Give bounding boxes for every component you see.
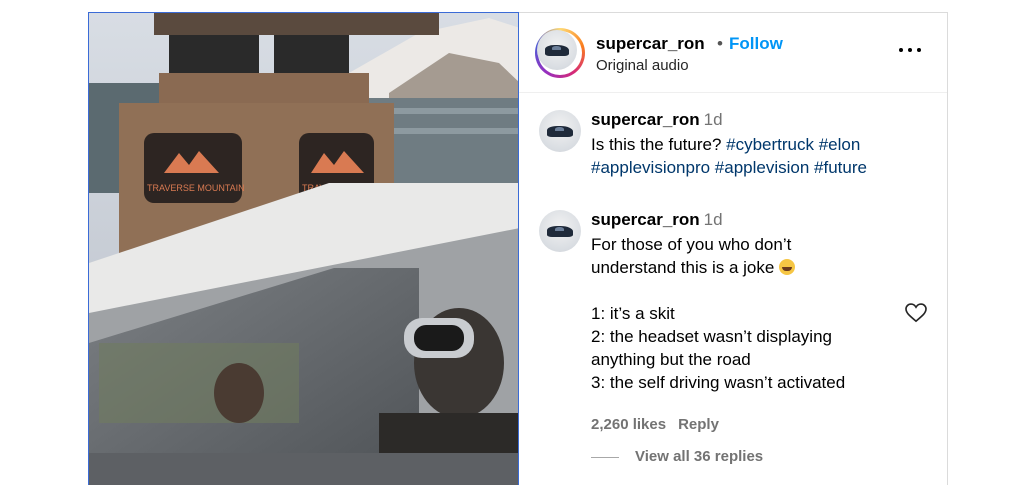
post-media[interactable]: TRAVERSE MOUNTAIN TRAVERSE MOUN [88,12,519,485]
caption-text: Is this the future? #cybertruck #elon [591,133,860,156]
instagram-post-view: TRAVERSE MOUNTAIN TRAVERSE MOUN supercar… [0,0,1024,485]
car-image-icon [545,45,569,56]
comment-line-6: anything but the road [591,350,751,369]
comment-line-7: 3: the self driving wasn’t activated [591,373,846,392]
video-frame: TRAVERSE MOUNTAIN TRAVERSE MOUN [89,13,518,485]
avatar[interactable] [539,110,581,152]
audio-link[interactable]: Original audio [596,57,689,74]
comment-username[interactable]: supercar_ron [591,210,700,229]
separator-dot: • [717,34,723,53]
post-side-panel: supercar_ron • Follow Original audio sup… [519,12,948,485]
comment-line-5: 2: the headset wasn’t displaying [591,327,832,346]
divider-line [591,457,619,458]
comment-line-2: understand this is a joke [591,256,796,279]
car-image-icon [547,225,573,237]
comment-line-4: 1: it’s a skit [591,304,675,323]
caption-username[interactable]: supercar_ron [591,110,700,129]
caption-text-plain: Is this the future? [591,135,727,154]
comment-meta: 2,260 likes Reply [591,416,719,433]
post-author-username[interactable]: supercar_ron [596,34,705,54]
view-replies-text[interactable]: View all 36 replies [635,448,763,465]
car-image-icon [547,125,573,137]
comment-likes[interactable]: 2,260 likes [591,416,666,433]
caption-hashtags-1[interactable]: #cybertruck #elon [726,135,860,154]
avatar [537,30,577,70]
avatar[interactable] [539,210,581,252]
story-ring-avatar[interactable] [535,28,585,78]
follow-button[interactable]: Follow [729,34,783,54]
laughing-emoji-icon [779,259,796,275]
reply-button[interactable]: Reply [678,416,719,433]
comment-line-1: For those of you who don’t [591,235,792,254]
post-header: supercar_ron • Follow Original audio [519,13,947,93]
comment-time: 1d [703,210,723,229]
sign-text-1: TRAVERSE MOUNTAIN [147,183,245,193]
caption-time: 1d [703,110,723,129]
heart-icon[interactable] [905,303,927,323]
caption-hashtags-2[interactable]: #applevisionpro #applevision #future [591,156,867,179]
more-horizontal-icon[interactable] [899,45,923,55]
caption: supercar_ron 1d Is this the future? #cybe… [539,110,934,180]
comment-item: supercar_ron 1d For those of you who don’… [539,210,934,440]
